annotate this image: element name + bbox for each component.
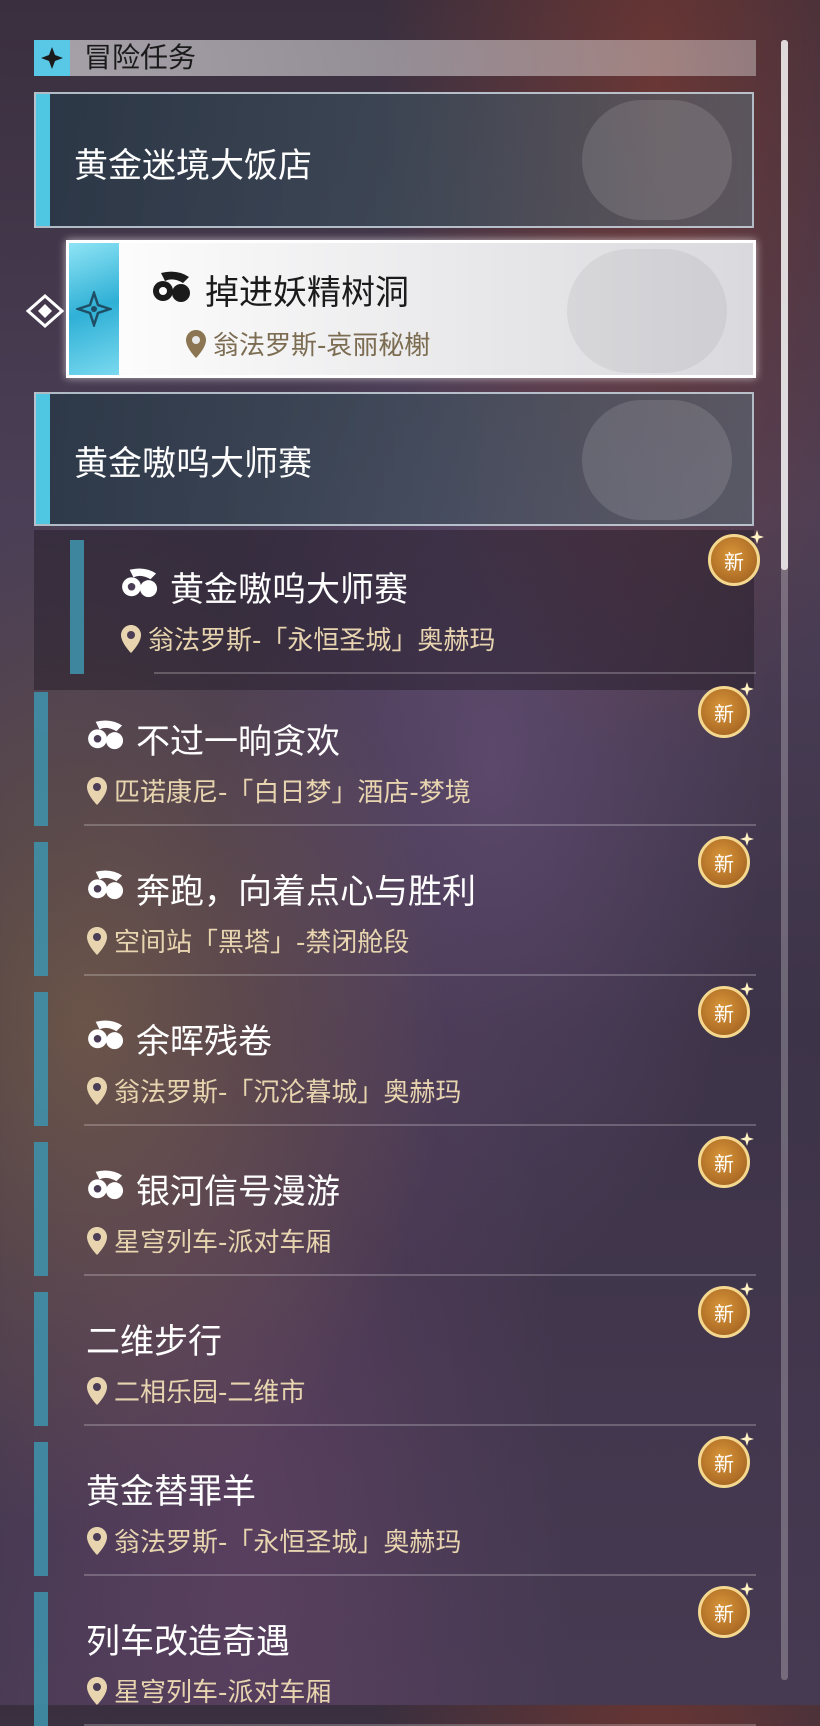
map-pin-icon xyxy=(87,1676,107,1705)
location-text: 星穹列车-派对车厢 xyxy=(114,1228,332,1258)
quest-title: 奔跑，向着点心与胜利 xyxy=(136,872,476,912)
new-badge: 新 xyxy=(698,1136,750,1188)
quest-location: 翁法罗斯-「沉沦暮城」奥赫玛 xyxy=(86,1072,461,1109)
quest-accent-bar xyxy=(34,692,48,826)
map-pin-icon xyxy=(87,1376,107,1405)
quest-location: 匹诺康尼-「白日梦」酒店-梦境 xyxy=(86,772,471,809)
quest-location: 翁法罗斯-「永恒圣城」奥赫玛 xyxy=(86,1522,461,1559)
location-text: 空间站「黑塔」-禁闭舱段 xyxy=(114,928,410,958)
quest-ribbon-icon xyxy=(120,566,162,604)
quest-title: 余晖残卷 xyxy=(136,1022,272,1062)
new-badge: 新 xyxy=(698,986,750,1038)
quest-title: 银河信号漫游 xyxy=(136,1172,340,1212)
quest-title: 黄金嗷呜大师赛 xyxy=(170,570,408,610)
quest-item[interactable]: 二维步行二相乐园-二维市 新 xyxy=(34,1282,756,1426)
scrollbar[interactable] xyxy=(781,40,788,1680)
quest-divider xyxy=(154,672,756,674)
section-title: 冒险任务 xyxy=(84,41,197,74)
map-pin-icon xyxy=(87,1226,107,1255)
quest-divider xyxy=(84,1124,756,1126)
selected-quest-card[interactable]: 掉进妖精树洞 翁法罗斯-哀丽秘榭 xyxy=(66,240,756,378)
quest-title: 黄金替罪羊 xyxy=(86,1472,256,1512)
quest-ribbon-icon xyxy=(86,1018,128,1056)
map-pin-icon xyxy=(87,776,107,805)
quest-title: 列车改造奇遇 xyxy=(86,1622,290,1662)
map-pin-icon xyxy=(87,1526,107,1555)
quest-item[interactable]: 不过一晌贪欢匹诺康尼-「白日梦」酒店-梦境 新 xyxy=(34,682,756,826)
quest-location: 星穹列车-派对车厢 xyxy=(86,1672,331,1709)
new-badge: 新 xyxy=(708,534,760,586)
quest-divider xyxy=(84,824,756,826)
location-text: 星穹列车-派对车厢 xyxy=(114,1678,332,1708)
quest-item[interactable]: 黄金嗷呜大师赛翁法罗斯-「永恒圣城」奥赫玛 新 xyxy=(34,530,764,674)
map-pin-icon xyxy=(186,329,206,358)
new-badge: 新 xyxy=(698,686,750,738)
quest-ribbon-icon xyxy=(86,868,128,906)
quest-location: 二相乐园-二维市 xyxy=(86,1372,305,1409)
map-pin-icon xyxy=(87,1076,107,1105)
quest-title: 二维步行 xyxy=(86,1322,222,1362)
category-accent-bar xyxy=(36,94,50,226)
quest-accent-bar xyxy=(34,1592,48,1726)
quest-ribbon-icon xyxy=(86,718,128,756)
location-text: 翁法罗斯-哀丽秘榭 xyxy=(213,331,431,361)
quest-item[interactable]: 银河信号漫游星穹列车-派对车厢 新 xyxy=(34,1132,756,1276)
new-badge: 新 xyxy=(698,1586,750,1638)
map-pin-icon xyxy=(121,624,141,653)
quest-accent-bar xyxy=(34,842,48,976)
quest-divider xyxy=(84,1424,756,1426)
category-label: 黄金嗷呜大师赛 xyxy=(74,444,312,484)
selected-quest-title: 掉进妖精树洞 xyxy=(205,273,409,313)
location-text: 翁法罗斯-「沉沦暮城」奥赫玛 xyxy=(114,1078,462,1108)
category-accent-bar xyxy=(36,394,50,524)
quest-accent-bar xyxy=(34,1142,48,1276)
location-text: 翁法罗斯-「永恒圣城」奥赫玛 xyxy=(148,626,496,656)
sparkle-icon xyxy=(76,291,112,327)
quest-item[interactable]: 奔跑，向着点心与胜利空间站「黑塔」-禁闭舱段 新 xyxy=(34,832,756,976)
quest-accent-bar xyxy=(34,992,48,1126)
quest-ribbon-icon xyxy=(151,269,195,309)
quest-ribbon-icon xyxy=(86,1168,128,1206)
quest-accent-bar xyxy=(70,540,84,674)
location-text: 翁法罗斯-「永恒圣城」奥赫玛 xyxy=(114,1528,462,1558)
quest-item[interactable]: 黄金替罪羊翁法罗斯-「永恒圣城」奥赫玛 新 xyxy=(34,1432,756,1576)
chef-emblem-icon xyxy=(582,100,732,220)
dog-emblem-icon xyxy=(582,400,732,520)
category-golden-awoo-masters[interactable]: 黄金嗷呜大师赛 xyxy=(34,392,754,526)
map-pin-icon xyxy=(87,926,107,955)
quest-location: 空间站「黑塔」-禁闭舱段 xyxy=(86,922,409,959)
rabbit-emblem-icon xyxy=(567,249,727,373)
category-golden-maze-hotel[interactable]: 黄金迷境大饭店 xyxy=(34,92,754,228)
quest-title: 不过一晌贪欢 xyxy=(136,722,340,762)
quest-accent-bar xyxy=(34,1292,48,1426)
quest-divider xyxy=(84,1274,756,1276)
location-text: 二相乐园-二维市 xyxy=(114,1378,306,1408)
new-badge: 新 xyxy=(698,836,750,888)
quest-location: 星穹列车-派对车厢 xyxy=(86,1222,331,1259)
diamond-star-icon xyxy=(34,40,70,76)
quest-accent-bar xyxy=(34,1442,48,1576)
scrollbar-thumb[interactable] xyxy=(781,40,788,570)
selected-quest-location: 翁法罗斯-哀丽秘榭 xyxy=(185,325,430,362)
quest-item[interactable]: 余晖残卷翁法罗斯-「沉沦暮城」奥赫玛 新 xyxy=(34,982,756,1126)
new-badge: 新 xyxy=(698,1436,750,1488)
quest-divider xyxy=(84,974,756,976)
new-badge: 新 xyxy=(698,1286,750,1338)
section-header: 冒险任务 xyxy=(34,40,756,76)
category-label: 黄金迷境大饭店 xyxy=(74,146,312,186)
quest-divider xyxy=(84,1574,756,1576)
quest-location: 翁法罗斯-「永恒圣城」奥赫玛 xyxy=(120,620,495,657)
selected-tile xyxy=(69,243,119,375)
location-text: 匹诺康尼-「白日梦」酒店-梦境 xyxy=(114,778,471,808)
selection-arrow-icon xyxy=(25,293,65,332)
quest-item[interactable]: 列车改造奇遇星穹列车-派对车厢 新 xyxy=(34,1582,756,1726)
